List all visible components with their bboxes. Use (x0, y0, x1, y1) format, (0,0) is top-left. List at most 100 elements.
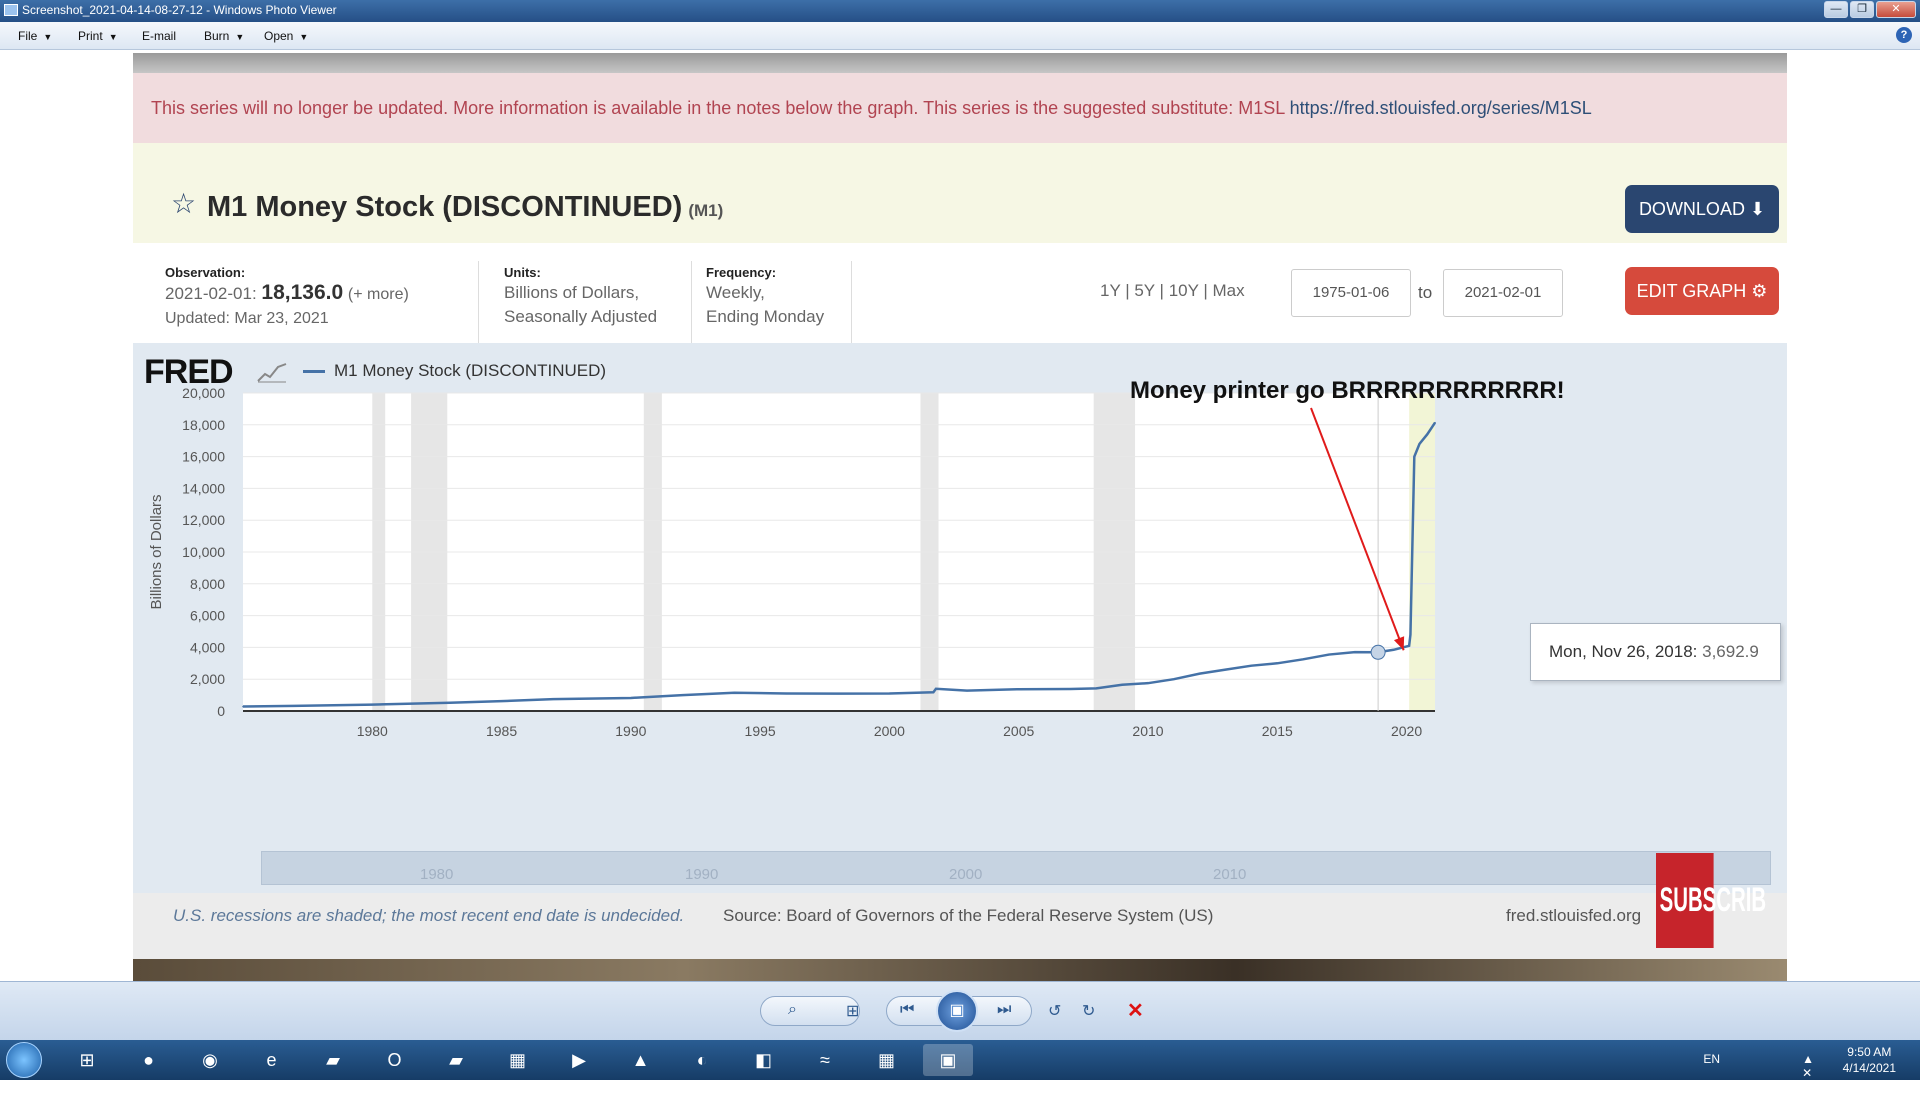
series-point (1017, 688, 1020, 691)
x-tick-label: 1995 (745, 723, 776, 739)
fit-window-icon[interactable]: ⊞ (846, 1001, 859, 1021)
series-point (552, 698, 555, 700)
series-point (1408, 645, 1410, 647)
swift-icon[interactable]: ≈ (800, 1044, 850, 1076)
series-header: ☆ M1 Money Stock (DISCONTINUED) (M1) DOWN… (133, 143, 1787, 243)
language-indicator[interactable]: EN (1703, 1052, 1720, 1066)
navigator-label: 2000 (949, 866, 983, 883)
to-label: to (1418, 283, 1433, 302)
hover-marker (1370, 644, 1386, 660)
clock[interactable]: 9:50 AM 4/14/2021 (1843, 1044, 1896, 1076)
photo-viewer-app-icon[interactable]: ▣ (923, 1044, 973, 1076)
discontinued-warning: This series will no longer be updated. M… (133, 73, 1787, 143)
recession-note: U.S. recessions are shaded; the most rec… (173, 906, 685, 925)
edge-icon[interactable]: ◐ (677, 1044, 727, 1076)
calculator-icon[interactable]: ▦ (862, 1044, 912, 1076)
legend-swatch (303, 370, 325, 373)
star-icon[interactable]: ☆ (171, 187, 196, 220)
rotate-right-icon[interactable]: ↻ (1082, 1001, 1095, 1021)
line-chart[interactable]: 0 2,000 4,000 6,000 8,000 10,000 12,000 14,000 1… (133, 343, 1787, 893)
series-point (1173, 678, 1175, 680)
menu-email[interactable]: E-mail (142, 29, 176, 43)
series-point (242, 705, 244, 708)
chevron-down-icon: ▼ (235, 32, 245, 42)
y-tick-label: 12,000 (182, 512, 225, 528)
series-point (1069, 688, 1072, 690)
terminal-icon[interactable]: ▰ (308, 1044, 358, 1076)
navigator-label: 1990 (685, 866, 719, 883)
zoom-icon[interactable]: ⌕ (788, 1001, 797, 1019)
series-title: M1 Money Stock (DISCONTINUED) (M1) (207, 191, 723, 224)
close-button[interactable]: ✕ (1876, 1, 1916, 18)
x-tick-label: 1985 (486, 723, 517, 739)
image-bottom-strip (133, 959, 1787, 983)
updated-date: Updated: Mar 23, 2021 (165, 310, 329, 327)
series-point (1434, 421, 1436, 424)
series-point (500, 700, 503, 702)
x-tick-label: 2015 (1262, 723, 1293, 739)
tooltip-value: 3,692.9 (1702, 642, 1759, 661)
opera-icon[interactable]: O (370, 1044, 420, 1076)
folder-icon[interactable]: ▦ (493, 1044, 543, 1076)
maximize-button[interactable]: ❐ (1850, 1, 1874, 18)
menu-file[interactable]: File ▼ (18, 29, 52, 43)
firefox-icon[interactable]: ● (124, 1044, 174, 1076)
download-button[interactable]: DOWNLOAD ⬇ (1625, 185, 1779, 233)
site-link[interactable]: fred.stlouisfed.org (1506, 906, 1641, 926)
series-point (371, 703, 374, 706)
divider (691, 261, 692, 347)
chrome-icon[interactable]: ◉ (185, 1044, 235, 1076)
menu-print-label: Print (78, 29, 103, 43)
start-date-input[interactable]: 1975-01-06 (1291, 269, 1411, 317)
series-point (935, 687, 937, 690)
divider (851, 261, 852, 347)
series-point (293, 705, 296, 707)
menu-burn-label: Burn (204, 29, 230, 43)
frequency-line1: Weekly, (706, 283, 765, 302)
y-tick-label: 16,000 (182, 449, 225, 465)
clock-time: 9:50 AM (1847, 1045, 1892, 1059)
terminal2-icon[interactable]: ▰ (431, 1044, 481, 1076)
minimize-button[interactable]: — (1824, 1, 1848, 18)
media-icon[interactable]: ▶ (554, 1044, 604, 1076)
start-button[interactable] (6, 1042, 42, 1078)
range-selector[interactable]: 1Y | 5Y | 10Y | Max (1100, 281, 1245, 301)
image-top-strip (133, 53, 1787, 73)
end-date-input[interactable]: 2021-02-01 (1443, 269, 1563, 317)
series-point (1224, 668, 1227, 671)
series-point (1354, 651, 1356, 653)
displayed-image: This series will no longer be updated. M… (133, 53, 1787, 983)
next-icon[interactable]: ⏭ (997, 1001, 1011, 1019)
y-tick-label: 4,000 (190, 639, 225, 655)
menu-bar: File ▼ Print ▼ E-mail Burn ▼ Open ▼ ? (0, 22, 1920, 50)
warning-link[interactable]: https://fred.stlouisfed.org/series/M1SL (1290, 98, 1592, 118)
photo-viewer-icon (4, 4, 18, 16)
navigator-label: 1980 (420, 866, 454, 883)
help-icon[interactable]: ? (1896, 27, 1912, 43)
delete-icon[interactable]: ✕ (1127, 998, 1144, 1023)
more-link[interactable]: (+ more) (348, 286, 409, 303)
series-point (1302, 658, 1304, 661)
chart-tooltip: Mon, Nov 26, 2018: 3,692.9 (1530, 623, 1781, 681)
menu-print[interactable]: Print ▼ (78, 29, 118, 43)
menu-open-label: Open (264, 29, 294, 43)
series-point (1409, 633, 1412, 636)
series-point (1418, 443, 1421, 445)
slideshow-button[interactable]: ▣ (936, 990, 978, 1032)
edit-graph-button[interactable]: EDIT GRAPH ⚙ (1625, 267, 1779, 315)
previous-icon[interactable]: ⏮ (900, 1001, 914, 1019)
notepad-icon[interactable]: ◧ (739, 1044, 789, 1076)
ie-icon[interactable]: e (247, 1044, 297, 1076)
rotate-left-icon[interactable]: ↺ (1048, 1001, 1061, 1021)
brave-icon[interactable]: ▲ (616, 1044, 666, 1076)
series-point (1413, 455, 1416, 458)
menu-open[interactable]: Open ▼ (264, 29, 308, 43)
range-navigator[interactable]: 1980 1990 2000 2010 (261, 851, 1771, 885)
tray-icons[interactable]: ▲ ✕ ▮ ◀ (1802, 1052, 1820, 1108)
series-point (1198, 672, 1201, 675)
menu-burn[interactable]: Burn ▼ (204, 29, 244, 43)
series-point (733, 691, 736, 694)
store-icon[interactable]: ⊞ (62, 1044, 112, 1076)
series-point (966, 689, 968, 692)
series-point (1426, 433, 1429, 436)
